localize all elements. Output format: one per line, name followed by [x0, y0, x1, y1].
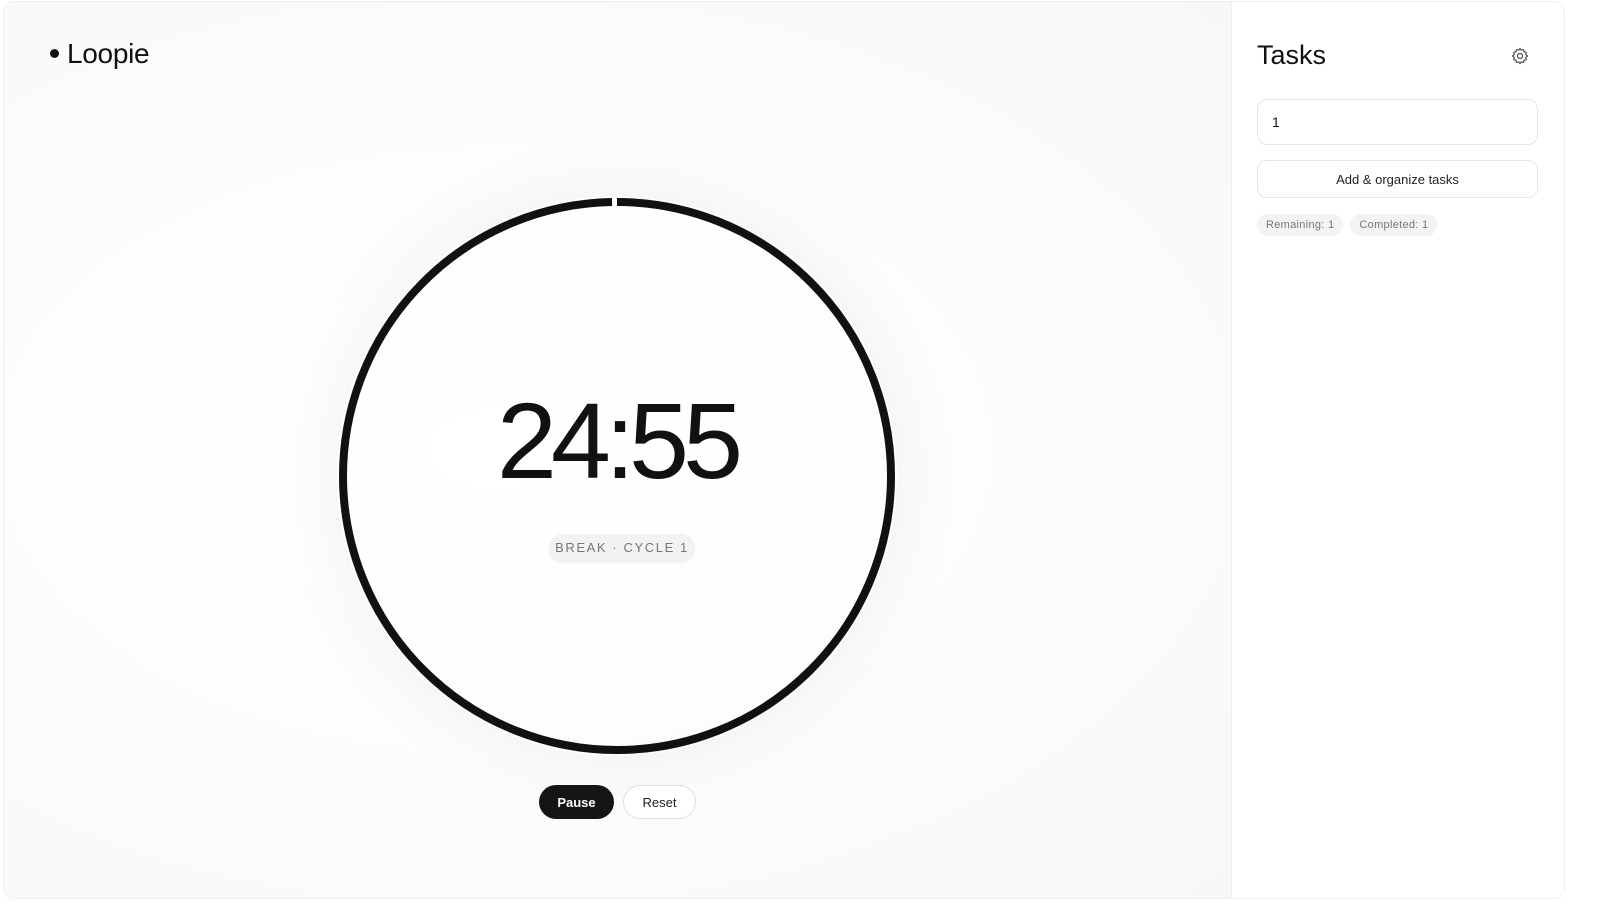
timer-controls: Pause Reset [539, 785, 696, 819]
completed-badge: Completed: 1 [1350, 214, 1438, 236]
task-input[interactable] [1257, 99, 1538, 145]
settings-button[interactable] [1508, 44, 1532, 68]
timer-countdown: 24:55 [496, 380, 743, 501]
app-name: Loopie [67, 38, 150, 69]
app-window: Loopie 24:55 BREAK · CYCLE 1 Pause Reset… [4, 2, 1564, 898]
gear-icon [1511, 47, 1529, 65]
task-stats: Remaining: 1 Completed: 1 [1257, 214, 1438, 236]
timer-panel: Loopie 24:55 BREAK · CYCLE 1 Pause Reset [4, 2, 1231, 898]
pause-button[interactable]: Pause [539, 785, 614, 819]
timer-dial: 24:55 BREAK · CYCLE 1 [337, 196, 897, 756]
brand: Loopie [50, 38, 150, 70]
phase-badge: BREAK · CYCLE 1 [549, 534, 695, 562]
sidebar-title: Tasks [1257, 40, 1327, 70]
brand-dot-icon [50, 48, 59, 58]
remaining-badge: Remaining: 1 [1257, 214, 1344, 236]
reset-button[interactable]: Reset [623, 785, 696, 819]
add-organize-tasks-button[interactable]: Add & organize tasks [1257, 160, 1538, 198]
tasks-sidebar: Tasks Add & organize tasks Remaining: 1 … [1231, 2, 1564, 898]
